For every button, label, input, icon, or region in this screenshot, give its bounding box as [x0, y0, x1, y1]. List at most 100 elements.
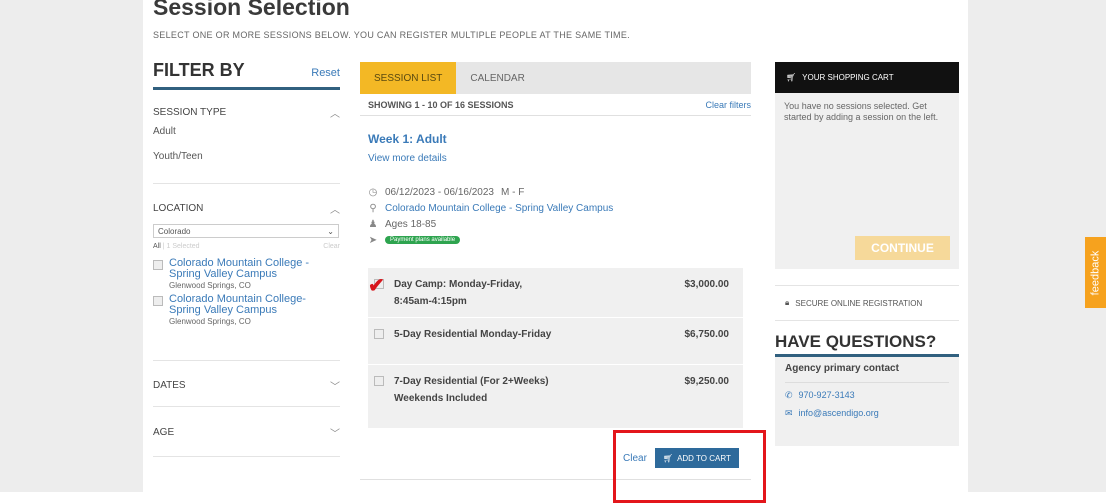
- lock-icon: 🔒︎: [785, 298, 790, 307]
- person-icon: ♟: [368, 218, 378, 230]
- session-option-row[interactable]: Day Camp: Monday-Friday, 8:45am-4:15pm $…: [368, 268, 743, 318]
- option-name: 5-Day Residential Monday-Friday: [394, 329, 552, 340]
- tab-session-list[interactable]: SESSION LIST: [360, 62, 457, 94]
- envelope-icon: ✉: [785, 408, 793, 418]
- dates-header[interactable]: DATES ﹀: [153, 361, 340, 393]
- reset-link[interactable]: Reset: [311, 67, 340, 79]
- page-content: Session Selection SELECT ONE OR MORE SES…: [143, 0, 968, 503]
- payment-plans-badge: Payment plans available: [385, 236, 461, 244]
- location-item[interactable]: Colorado Mountain College - Spring Valle…: [153, 258, 340, 290]
- session-meta: ◷ 06/12/2023 - 06/16/2023 M - F ⚲ Colora…: [368, 184, 751, 248]
- option-price: $3,000.00: [684, 279, 730, 290]
- location-select[interactable]: Colorado ⌄: [153, 224, 339, 238]
- cart-header: 🛒︎ YOUR SHOPPING CART: [775, 62, 959, 93]
- session-badge-row: ➤ Payment plans available: [368, 232, 751, 248]
- chevron-up-icon: ︿: [330, 205, 340, 216]
- location-name[interactable]: Colorado Mountain College- Spring Valley…: [169, 294, 340, 316]
- clear-filters-link[interactable]: Clear filters: [705, 100, 751, 110]
- session-location-row: ⚲ Colorado Mountain College - Spring Val…: [368, 200, 751, 216]
- session-days: M - F: [500, 186, 525, 198]
- phone-icon: ✆: [785, 390, 793, 400]
- email-row[interactable]: ✉ info@ascendigo.org: [785, 408, 949, 419]
- showing-count: SHOWING 1 - 10 OF 16 SESSIONS: [368, 99, 514, 110]
- session-type-label: SESSION TYPE: [153, 107, 227, 118]
- location-header[interactable]: LOCATION ︿: [153, 184, 340, 216]
- session-option-row[interactable]: 5-Day Residential Monday-Friday $6,750.0…: [368, 318, 743, 365]
- option-name: 7-Day Residential (For 2+Weeks) Weekends…: [394, 376, 549, 404]
- filter-title: FILTER BY: [153, 60, 245, 80]
- page-background-bottom: [0, 492, 1106, 503]
- session-type-option[interactable]: Youth/Teen: [153, 151, 340, 162]
- page-subtitle: SELECT ONE OR MORE SESSIONS BELOW. YOU C…: [153, 30, 630, 40]
- session-type-header[interactable]: SESSION TYPE ︿: [153, 90, 340, 120]
- clear-location-link[interactable]: Clear: [323, 243, 340, 250]
- session-dates: 06/12/2023 - 06/16/2023: [385, 186, 494, 198]
- map-pin-icon: ⚲: [369, 202, 377, 214]
- location-checkbox[interactable]: [153, 260, 163, 270]
- location-name[interactable]: Colorado Mountain College - Spring Valle…: [169, 258, 340, 280]
- phone-row[interactable]: ✆ 970-927-3143: [785, 390, 949, 401]
- chevron-down-icon: ﹀: [330, 429, 340, 440]
- continue-button[interactable]: CONTINUE: [855, 236, 950, 260]
- selected-count: 1 Selected: [166, 243, 200, 250]
- tab-calendar[interactable]: CALENDAR: [456, 62, 538, 94]
- option-price: $9,250.00: [684, 376, 730, 387]
- all-link[interactable]: All: [153, 243, 161, 250]
- session-dates-row: ◷ 06/12/2023 - 06/16/2023 M - F: [368, 184, 751, 200]
- email-link[interactable]: info@ascendigo.org: [799, 408, 879, 419]
- location-select-summary: All | 1 Selected Clear: [153, 243, 340, 250]
- session-type-option[interactable]: Adult: [153, 126, 340, 137]
- session-title[interactable]: Week 1: Adult: [368, 132, 751, 146]
- session-option-row[interactable]: 7-Day Residential (For 2+Weeks) Weekends…: [368, 365, 743, 429]
- phone-link[interactable]: 970-927-3143: [799, 390, 855, 401]
- age-label: AGE: [153, 427, 175, 438]
- chevron-up-icon: ︿: [330, 109, 340, 120]
- secure-registration: 🔒︎ SECURE ONLINE REGISTRATION: [775, 285, 959, 321]
- cart-empty-text: You have no sessions selected. Get start…: [784, 101, 939, 122]
- session-ages-row: ♟ Ages 18-85: [368, 216, 751, 232]
- shopping-cart: 🛒︎ YOUR SHOPPING CART You have no sessio…: [775, 62, 959, 446]
- location-item[interactable]: Colorado Mountain College- Spring Valley…: [153, 294, 340, 326]
- results-summary: SHOWING 1 - 10 OF 16 SESSIONS Clear filt…: [360, 94, 751, 116]
- red-highlight-annotation: [613, 430, 766, 503]
- option-name: Day Camp: Monday-Friday, 8:45am-4:15pm: [394, 279, 523, 307]
- session-options: Day Camp: Monday-Friday, 8:45am-4:15pm $…: [368, 268, 743, 429]
- feedback-tab[interactable]: feedback: [1085, 237, 1106, 308]
- page-background-left: [0, 0, 143, 492]
- clock-icon: ◷: [368, 186, 378, 198]
- location-checkbox[interactable]: [153, 296, 163, 306]
- session-list-panel: SESSION LIST CALENDAR SHOWING 1 - 10 OF …: [360, 62, 751, 468]
- cart-body: You have no sessions selected. Get start…: [775, 93, 959, 269]
- page-title: Session Selection: [153, 0, 350, 20]
- cart-icon: 🛒︎: [786, 73, 797, 82]
- feedback-label: feedback: [1089, 250, 1102, 295]
- chevron-down-icon: ⌄: [327, 226, 334, 236]
- session-ages: Ages 18-85: [385, 218, 437, 230]
- location-label: LOCATION: [153, 203, 204, 214]
- location-select-value: Colorado: [158, 226, 191, 236]
- session-location-link[interactable]: Colorado Mountain College - Spring Valle…: [385, 203, 613, 214]
- option-checkbox[interactable]: [374, 376, 384, 386]
- filter-header: FILTER BY Reset: [153, 60, 340, 90]
- cart-title: YOUR SHOPPING CART: [802, 73, 894, 82]
- questions-title: HAVE QUESTIONS?: [775, 332, 959, 357]
- dates-label: DATES: [153, 380, 186, 391]
- contact-panel: Agency primary contact ✆ 970-927-3143 ✉ …: [775, 357, 959, 446]
- filter-section-dates[interactable]: DATES ﹀: [153, 361, 340, 407]
- red-checkmark-annotation-icon: ✔: [368, 275, 385, 297]
- location-city: Glenwood Springs, CO: [169, 281, 251, 290]
- session-tabs: SESSION LIST CALENDAR: [360, 62, 751, 94]
- filter-section-location: LOCATION ︿ Colorado ⌄ All | 1 Selected C…: [153, 184, 340, 361]
- chevron-down-icon: ﹀: [330, 382, 340, 393]
- tag-icon: ➤: [368, 234, 378, 246]
- filter-sidebar: FILTER BY Reset SESSION TYPE ︿ Adult You…: [153, 60, 340, 457]
- secure-label: SECURE ONLINE REGISTRATION: [795, 298, 923, 308]
- view-more-details-link[interactable]: View more details: [368, 153, 751, 164]
- option-price: $6,750.00: [684, 329, 730, 340]
- filter-section-session-type: SESSION TYPE ︿ Adult Youth/Teen: [153, 90, 340, 184]
- agency-contact-label: Agency primary contact: [785, 363, 949, 383]
- filter-section-age[interactable]: AGE ﹀: [153, 407, 340, 457]
- option-checkbox[interactable]: [374, 329, 384, 339]
- location-city: Glenwood Springs, CO: [169, 317, 251, 326]
- age-header[interactable]: AGE ﹀: [153, 407, 340, 440]
